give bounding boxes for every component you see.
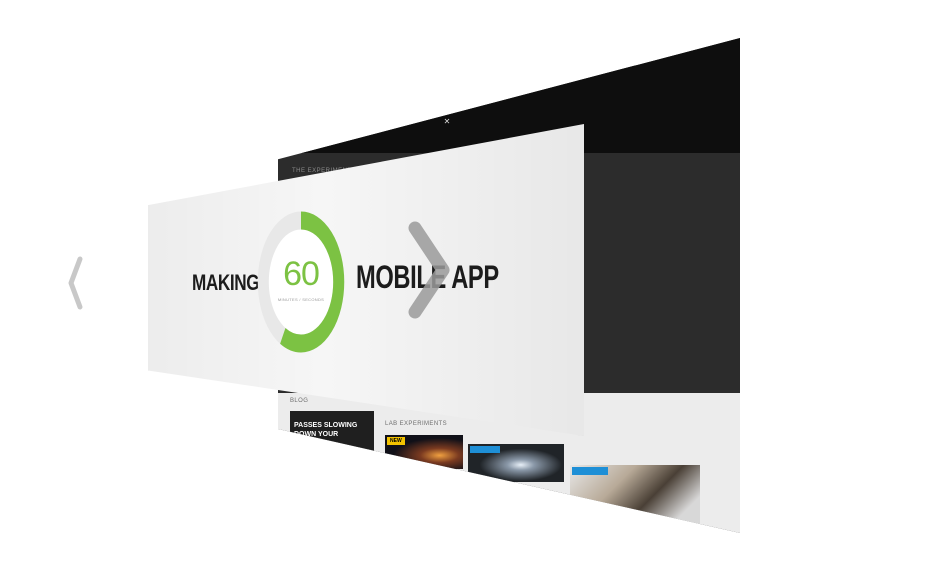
thumbnail-tag [470, 446, 500, 453]
lab-thumbnail[interactable] [468, 444, 564, 482]
thumbnail-tag: NEW [387, 437, 405, 445]
chevron-left-icon [68, 256, 83, 310]
ring-caption: MINUTES / SECONDS [277, 297, 325, 302]
blog-post-title: PASSES SLOWING DOWN YOUR [294, 422, 358, 438]
progress-ring: 60 MINUTES / SECONDS [255, 205, 347, 360]
blog-post-card[interactable]: PASSES SLOWING DOWN YOUR [290, 411, 374, 451]
site-logo-icon[interactable]: ✕ [441, 116, 453, 128]
next-button[interactable] [403, 218, 455, 322]
lab-section-label: LAB EXPERIMENTS [385, 421, 448, 427]
blog-section-label: BLOG [290, 398, 309, 404]
site-top-bar [278, 38, 740, 153]
prev-button[interactable] [64, 255, 86, 311]
lab-thumbnail[interactable]: NEW [385, 435, 463, 469]
chevron-right-icon [408, 221, 450, 319]
ring-value: 60 [283, 255, 320, 293]
thumbnail-tag [572, 467, 608, 475]
lab-thumbnail[interactable] [570, 465, 700, 525]
